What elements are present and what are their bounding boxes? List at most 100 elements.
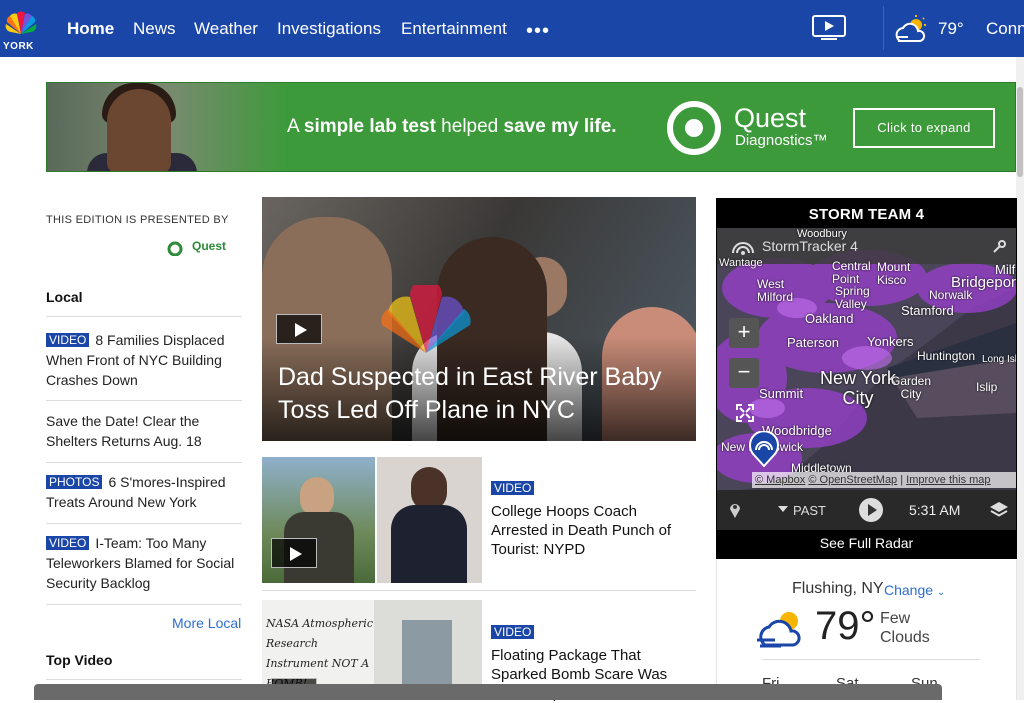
see-full-radar-link[interactable]: See Full Radar [716,535,1017,551]
thumbnail-figure [300,477,334,517]
more-menu-button[interactable]: ••• [526,20,550,43]
map-label: Huntington [917,349,976,363]
map-label: Woodbury [797,228,847,240]
osm-link[interactable]: © OpenStreetMap [808,474,897,486]
ad-tagline: A simple lab test helped save my life. [287,116,617,137]
storm-team-title: STORM TEAM 4 [808,206,925,223]
divider [46,604,242,605]
story-text[interactable]: Save the Date! Clear the Shelters Return… [46,413,202,449]
location-marker-icon[interactable] [729,501,741,519]
top-navigation: YORK Home News Weather Investigations En… [0,0,1024,57]
card-headline[interactable]: College Hoops Coach Arrested in Death Pu… [491,502,691,559]
nav-entertainment[interactable]: Entertainment [401,19,507,39]
map-attribution: © Mapbox © OpenStreetMap | Improve this … [752,472,1016,488]
photos-badge: PHOTOS [46,475,103,489]
map-label: Yonkers [867,334,914,349]
local-heading: Local [46,289,83,305]
radar-controls: PAST 5:31 AM [717,490,1016,530]
ad-photo [47,83,287,171]
nav-temperature[interactable]: 79° [938,19,964,39]
weather-widget: Flushing, NY Change ⌄ 79° Few Clouds Fri… [716,559,1017,700]
hero-headline[interactable]: Dad Suspected in East River Baby Toss Le… [278,361,688,427]
current-temperature: 79° [815,604,876,648]
divider [262,590,696,591]
thumbnail-object [402,620,452,690]
divider [46,523,242,524]
nav-divider [883,6,884,50]
divider [46,462,242,463]
video-badge: VIDEO [46,536,90,550]
top-video-heading: Top Video [46,652,113,668]
fullscreen-icon[interactable] [736,404,754,422]
video-badge: VIDEO [491,481,535,495]
local-story-1[interactable]: VIDEO 8 Families Displaced When Front of … [46,330,242,390]
divider [46,679,242,680]
radar-widget: STORM TEAM 4 StormTracker 4 Wantage Wood… [716,198,1017,559]
quest-logo-icon [667,101,721,155]
play-button[interactable] [276,314,322,344]
mapbox-link[interactable]: © Mapbox [755,474,805,486]
hero-story[interactable]: Dad Suspected in East River Baby Toss Le… [262,197,696,441]
change-label[interactable]: Change [884,582,933,598]
key-icon[interactable] [992,240,1006,254]
local-story-3[interactable]: PHOTOS 6 S'mores-Inspired Treats Around N… [46,472,242,512]
ad-banner[interactable]: A simple lab test helped save my life. Q… [46,82,1016,172]
change-location-link[interactable]: Change ⌄ [884,582,945,598]
map-label: Norwalk [929,288,973,302]
vertical-scrollbar[interactable] [1016,57,1024,700]
location-pin-icon[interactable] [748,431,780,467]
live-tv-icon[interactable] [812,15,846,41]
ad-brand-sub: Diagnostics™ [735,132,828,149]
radar-signal-icon [732,242,754,255]
video-badge: VIDEO [491,625,535,639]
local-story-2[interactable]: Save the Date! Clear the Shelters Return… [46,411,242,451]
ad-photo-face [107,89,171,171]
nav-news[interactable]: News [133,19,176,39]
thumbnail-figure [391,505,467,583]
local-story-4[interactable]: VIDEO I-Team: Too Many Teleworkers Blamed… [46,533,242,593]
story-thumbnail[interactable] [377,457,482,583]
peacock-icon [5,11,37,35]
story-thumbnail[interactable] [262,457,375,583]
divider [46,400,242,401]
logo-text: YORK [3,41,34,52]
map-label: Summit [759,386,804,401]
map-label: Central Point [832,259,871,286]
sponsor-logo-icon[interactable] [166,240,188,256]
map-label: Oakland [805,311,854,326]
map-label: Long Isl [982,354,1016,365]
sponsor-name[interactable]: Quest [192,239,226,253]
map-label: Mount Kisco [877,260,911,287]
map-label: Islip [976,380,998,394]
divider [46,316,242,317]
map-label: Paterson [787,335,840,350]
past-toggle[interactable]: PAST [793,503,826,518]
nav-connect[interactable]: Conn [986,19,1024,39]
partly-cloudy-icon[interactable] [894,15,932,45]
site-logo[interactable]: YORK [0,0,42,57]
radar-time: 5:31 AM [909,502,961,518]
play-button[interactable] [271,538,317,568]
horizontal-scrollbar[interactable] [34,684,942,700]
nav-investigations[interactable]: Investigations [277,19,381,39]
presented-by-label: THIS EDITION IS PRESENTED BY [46,214,229,226]
map-label: West Milford [757,277,794,304]
zoom-in-button[interactable]: + [729,318,759,348]
caret-down-icon[interactable] [777,505,789,513]
map-label: Wantage [719,257,763,269]
play-icon[interactable] [858,497,884,523]
radar-map[interactable]: StormTracker 4 Wantage Woodbury Central … [717,228,1016,530]
improve-map-link[interactable]: Improve this map [906,474,990,486]
nav-weather[interactable]: Weather [194,19,258,39]
chevron-down-icon: ⌄ [936,587,946,598]
map-label: Garden City [891,374,932,401]
layers-icon[interactable] [989,500,1009,520]
more-local-link[interactable]: More Local [172,615,241,631]
zoom-out-button[interactable]: − [729,358,759,388]
tracker-name: StormTracker 4 [762,238,858,254]
scrollbar-thumb[interactable] [1017,87,1023,177]
nav-home[interactable]: Home [67,19,114,39]
ad-expand-button[interactable]: Click to expand [853,108,995,148]
partly-cloudy-icon [757,612,801,648]
video-badge: VIDEO [46,333,90,347]
